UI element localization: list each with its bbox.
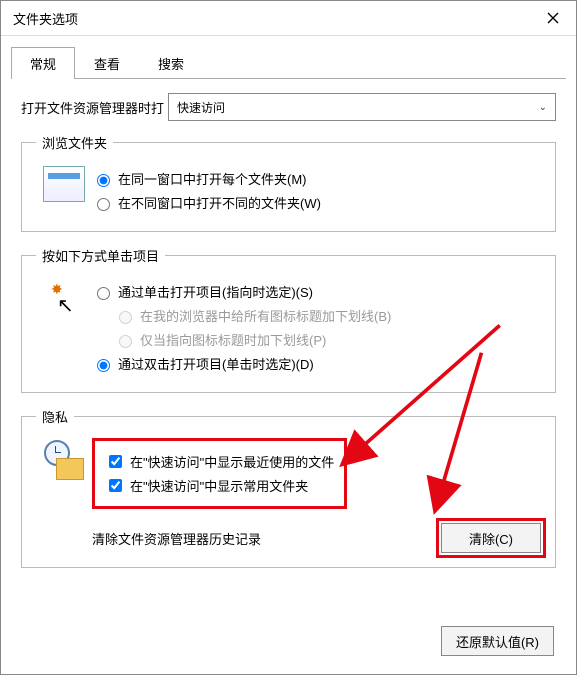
radio-double-click-input[interactable]: [97, 359, 110, 372]
privacy-group: 隐私 在"快速访问"中显示最近使用的文件 在": [21, 407, 556, 568]
radio-same-window[interactable]: 在同一窗口中打开每个文件夹(M): [92, 169, 541, 188]
radio-double-click-label: 通过双击打开项目(单击时选定)(D): [118, 354, 314, 373]
check-frequent-folders[interactable]: 在"快速访问"中显示常用文件夹: [105, 476, 334, 495]
folder-options-window: 文件夹选项 常规 查看 搜索 打开文件资源管理器时打 快速访问 ⌄ 浏览文件夹: [0, 0, 577, 675]
privacy-legend: 隐私: [36, 407, 74, 426]
radio-new-window-label: 在不同窗口中打开不同的文件夹(W): [118, 193, 321, 212]
browse-folders-group: 浏览文件夹 在同一窗口中打开每个文件夹(M) 在不同窗口中打开不同的文件夹(W): [21, 133, 556, 232]
check-frequent-folders-label: 在"快速访问"中显示常用文件夹: [130, 476, 308, 495]
radio-same-window-label: 在同一窗口中打开每个文件夹(M): [118, 169, 307, 188]
check-recent-files[interactable]: 在"快速访问"中显示最近使用的文件: [105, 452, 334, 471]
window-title: 文件夹选项: [13, 9, 530, 28]
open-explorer-label: 打开文件资源管理器时打: [21, 98, 164, 117]
click-items-legend: 按如下方式单击项目: [36, 246, 165, 265]
privacy-checkboxes-highlight: 在"快速访问"中显示最近使用的文件 在"快速访问"中显示常用文件夹: [92, 438, 347, 509]
open-explorer-row: 打开文件资源管理器时打 快速访问 ⌄: [21, 93, 556, 121]
tab-general[interactable]: 常规: [11, 47, 75, 79]
dialog-footer: 还原默认值(R): [441, 626, 554, 656]
open-explorer-value: 快速访问: [177, 99, 225, 116]
chevron-down-icon: ⌄: [539, 102, 547, 113]
folder-window-icon: [43, 166, 85, 202]
tab-strip: 常规 查看 搜索: [1, 36, 576, 78]
tab-content: 打开文件资源管理器时打 快速访问 ⌄ 浏览文件夹 在同一窗口中打开每个文件夹(M…: [1, 79, 576, 590]
open-explorer-combo[interactable]: 快速访问 ⌄: [168, 93, 556, 121]
radio-underline-point: 仅当指向图标标题时加下划线(P): [114, 330, 541, 349]
radio-single-click-input[interactable]: [97, 287, 110, 300]
radio-new-window-input[interactable]: [97, 198, 110, 211]
browse-folders-legend: 浏览文件夹: [36, 133, 113, 152]
tab-search[interactable]: 搜索: [139, 47, 203, 79]
clear-history-label: 清除文件资源管理器历史记录: [92, 529, 441, 548]
radio-underline-all: 在我的浏览器中给所有图标标题加下划线(B): [114, 306, 541, 325]
close-button[interactable]: [530, 1, 576, 35]
privacy-clock-folder-icon: [44, 440, 84, 480]
radio-underline-point-input: [119, 335, 132, 348]
radio-underline-all-input: [119, 311, 132, 324]
clear-history-button[interactable]: 清除(C): [441, 523, 541, 553]
titlebar: 文件夹选项: [1, 1, 576, 36]
privacy-clear-row: 清除文件资源管理器历史记录 清除(C): [92, 523, 541, 553]
radio-same-window-input[interactable]: [97, 174, 110, 187]
radio-single-click-label: 通过单击打开项目(指向时选定)(S): [118, 282, 313, 301]
radio-new-window[interactable]: 在不同窗口中打开不同的文件夹(W): [92, 193, 541, 212]
radio-underline-point-label: 仅当指向图标标题时加下划线(P): [140, 330, 326, 349]
click-items-group: 按如下方式单击项目 ✸↖ 通过单击打开项目(指向时选定)(S) 在我的浏览器中给…: [21, 246, 556, 393]
check-frequent-folders-input[interactable]: [109, 479, 122, 492]
radio-single-click[interactable]: 通过单击打开项目(指向时选定)(S): [92, 282, 541, 301]
tab-view[interactable]: 查看: [75, 47, 139, 79]
radio-double-click[interactable]: 通过双击打开项目(单击时选定)(D): [92, 354, 541, 373]
radio-underline-all-label: 在我的浏览器中给所有图标标题加下划线(B): [140, 306, 391, 325]
check-recent-files-label: 在"快速访问"中显示最近使用的文件: [130, 452, 334, 471]
restore-defaults-button[interactable]: 还原默认值(R): [441, 626, 554, 656]
close-icon: [547, 12, 559, 24]
cursor-click-icon: ✸↖: [47, 279, 81, 319]
check-recent-files-input[interactable]: [109, 455, 122, 468]
